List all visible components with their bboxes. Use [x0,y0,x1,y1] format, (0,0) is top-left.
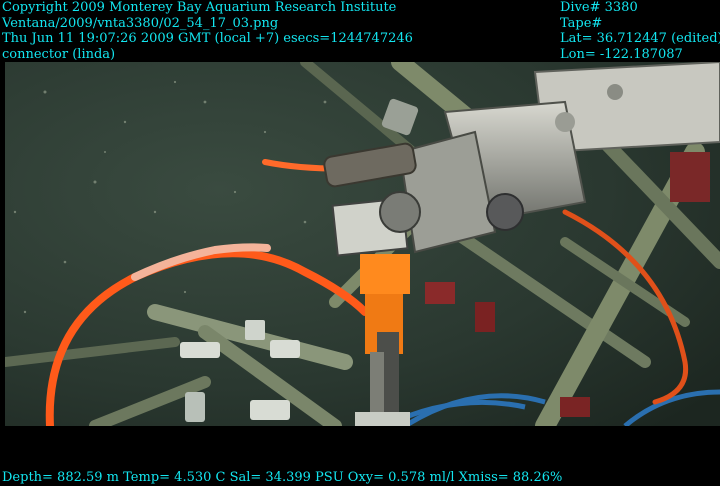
underwater-scene-image [5,62,720,426]
underwater-scene [5,62,720,426]
image-path-line: Ventana/2009/vnta3380/02_54_17_03.png [2,15,279,31]
annotation-line: connector (linda) [2,46,116,62]
longitude-line: Lon= -122.187087 [560,46,683,62]
video-overlay-telemetry: Depth= 882.59 m Temp= 4.530 C Sal= 34.39… [2,470,563,485]
copyright-line: Copyright 2009 Monterey Bay Aquarium Res… [2,0,397,15]
tape-line: Tape# [560,15,603,31]
video-overlay-header-left: Copyright 2009 Monterey Bay Aquarium Res… [2,0,413,62]
dive-number-line: Dive# 3380 [560,0,638,15]
timestamp-line: Thu Jun 11 19:07:26 2009 GMT (local +7) … [2,31,413,47]
video-overlay-header-right: Dive# 3380 Tape# Lat= 36.712447 (edited)… [560,0,720,62]
latitude-line: Lat= 36.712447 (edited) [560,31,720,47]
